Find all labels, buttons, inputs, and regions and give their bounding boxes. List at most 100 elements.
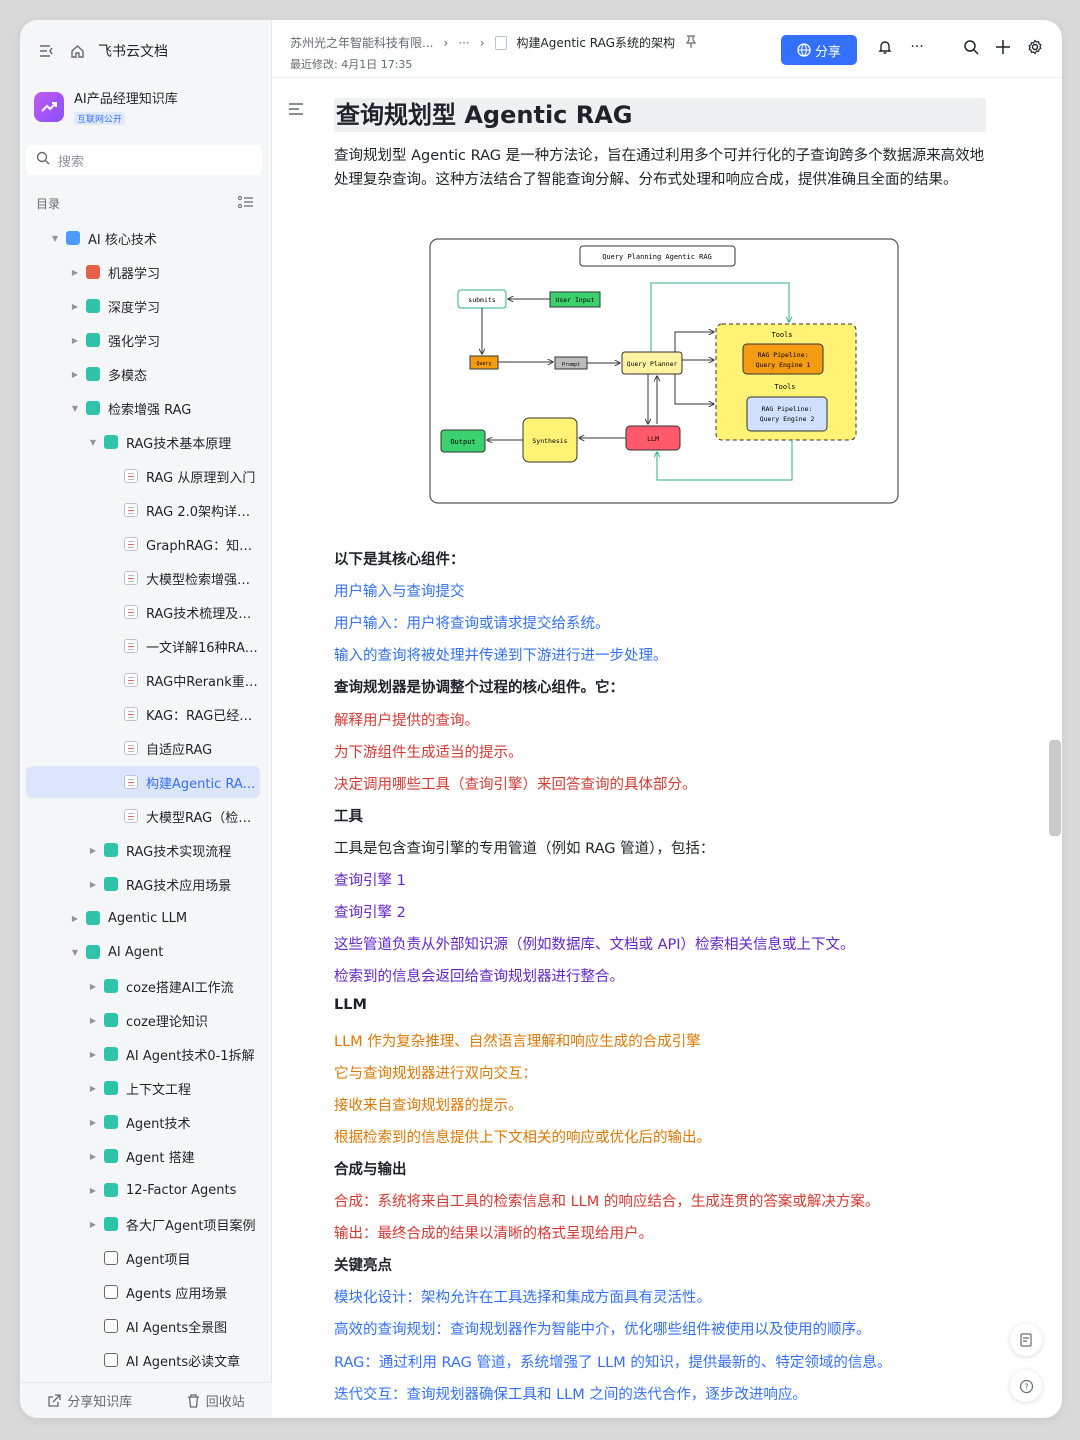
bell-icon[interactable] [876, 38, 894, 56]
teal-icon [104, 1217, 118, 1231]
output-node: Output [440, 429, 486, 453]
sidebar-tree-item[interactable]: AI Agents全景图 [26, 1310, 260, 1342]
sidebar-tree-item[interactable]: 一文详解16种RAG架... [26, 630, 260, 662]
sidebar-tree-item[interactable]: 构建Agentic RAG系... [26, 766, 260, 798]
sidebar-tree-item[interactable]: ▶ 12-Factor Agents [26, 1174, 260, 1206]
sidebar-tree-item[interactable]: ▶ AI Agent技术0-1拆解 [26, 1038, 260, 1070]
caret-right-icon[interactable]: ▶ [68, 336, 82, 345]
sidebar-tree-item[interactable]: Agent项目 [26, 1242, 260, 1274]
caret-right-icon[interactable]: ▶ [86, 1084, 100, 1093]
sidebar-tree-label: 上下文工程 [126, 1082, 192, 1098]
caret-right-icon[interactable]: ▶ [86, 982, 100, 991]
caret-right-icon[interactable]: ▶ [68, 268, 82, 277]
caret-down-icon[interactable]: ▼ [68, 404, 82, 413]
teal-icon [86, 333, 100, 347]
sidebar-tree-item[interactable]: ▼ AI Agent [26, 936, 260, 968]
sidebar-tree-item[interactable]: ▶ 机器学习 [26, 256, 260, 288]
sidebar-tree-label: RAG技术梳理及实践... [146, 606, 260, 622]
sidebar-tree-item[interactable]: ▼ RAG技术基本原理 [26, 426, 260, 458]
caret-right-icon[interactable]: ▶ [86, 1016, 100, 1025]
doc-icon [124, 741, 138, 755]
knowledge-base-header[interactable]: AI产品经理知识库 互联网公开 [34, 88, 178, 126]
sidebar-tree-item[interactable]: ▶ 上下文工程 [26, 1072, 260, 1104]
llm-node: LLM [625, 425, 681, 451]
sidebar-tree-item[interactable]: GraphRAG：知识图... [26, 528, 260, 560]
sidebar-tree-item[interactable]: ▶ 多模态 [26, 358, 260, 390]
share-button[interactable]: 分享 [781, 35, 857, 65]
sidebar-tree-item[interactable]: ▶ coze搭建AI工作流 [26, 970, 260, 1002]
sidebar-tree-item[interactable]: 自适应RAG [26, 732, 260, 764]
sidebar-tree-item[interactable]: 大模型RAG（检索增... [26, 800, 260, 832]
caret-right-icon[interactable]: ▶ [86, 1152, 100, 1161]
sidebar-tree-item[interactable]: ▶ Agentic LLM [26, 902, 260, 934]
doc-icon [124, 503, 138, 517]
share-kb-button[interactable]: 分享知识库 [47, 1391, 132, 1410]
sidebar-tree-item[interactable]: ▶ coze理论知识 [26, 1004, 260, 1036]
sidebar-tree-label: RAG技术实现流程 [126, 844, 232, 860]
doc-info-button[interactable] [1010, 1324, 1042, 1356]
toc-options-icon[interactable] [238, 195, 254, 212]
breadcrumb-doc[interactable]: 构建Agentic RAG系统的架构 [517, 34, 675, 51]
caret-right-icon[interactable]: ▶ [86, 1050, 100, 1059]
caret-right-icon[interactable]: ▶ [68, 914, 82, 923]
search-icon[interactable] [962, 38, 980, 56]
sidebar-tree-item[interactable]: ▶ 各大厂Agent项目案例 [26, 1208, 260, 1240]
sidebar-tree-label: AI 核心技术 [88, 232, 157, 248]
sidebar-tree-item[interactable]: RAG 从原理到入门 [26, 460, 260, 492]
caret-right-icon[interactable]: ▶ [86, 1220, 100, 1229]
sidebar-tree-item[interactable]: Agents 应用场景 [26, 1276, 260, 1308]
collapse-sidebar-icon[interactable] [38, 42, 56, 60]
caret-right-icon[interactable]: ▶ [68, 370, 82, 379]
breadcrumb-more[interactable]: ··· [458, 36, 469, 50]
more-icon[interactable]: ··· [908, 38, 926, 56]
plus-icon[interactable] [994, 38, 1012, 56]
sidebar-tree-item[interactable]: RAG中Rerank重排序 [26, 664, 260, 696]
paragraph-line: 输出：最终合成的结果以清晰的格式呈现给用户。 [334, 1226, 653, 1243]
caret-down-icon[interactable]: ▼ [86, 438, 100, 447]
sidebar-tree-item[interactable]: ▼ 检索增强 RAG [26, 392, 260, 424]
caret-down-icon[interactable]: ▼ [48, 234, 62, 243]
settings-icon[interactable] [1026, 38, 1044, 56]
sidebar-tree-label: AI Agents必读文章 [126, 1354, 241, 1370]
sidebar-tree-item[interactable]: ▶ 强化学习 [26, 324, 260, 356]
breadcrumb-org[interactable]: 苏州光之年智能科技有限... [290, 34, 433, 51]
sidebar-tree-label: 自适应RAG [146, 742, 213, 758]
trash-button[interactable]: 回收站 [187, 1391, 245, 1410]
sidebar-tree-item[interactable]: ▶ Agent技术 [26, 1106, 260, 1138]
sidebar-tree-item[interactable]: RAG技术梳理及实践... [26, 596, 260, 628]
sidebar-tree-item[interactable]: 大模型检索增强生成... [26, 562, 260, 594]
search-input[interactable]: 搜索 [26, 145, 262, 175]
caret-right-icon[interactable]: ▶ [86, 1118, 100, 1127]
sidebar-tree-item[interactable]: ▶ RAG技术应用场景 [26, 868, 260, 900]
home-icon[interactable] [68, 42, 86, 60]
paragraph-line: 查询引擎 2 [334, 905, 406, 922]
sidebar-tree-item[interactable]: AI Agents必读文章 [26, 1344, 260, 1376]
sidebar-tree-item[interactable]: RAG 2.0架构详解：... [26, 494, 260, 526]
caret-right-icon[interactable]: ▶ [86, 846, 100, 855]
caret-down-icon[interactable]: ▼ [68, 948, 82, 957]
svg-text:Query Planning Agentic RAG: Query Planning Agentic RAG [602, 253, 712, 261]
divider [940, 38, 948, 56]
scrollbar[interactable] [1048, 140, 1061, 1418]
sidebar-tree-label: 大模型检索增强生成... [146, 572, 260, 588]
sidebar-tree-item[interactable]: ▶ Agent 搭建 [26, 1140, 260, 1172]
doc-title: 查询规划型 Agentic RAG [334, 98, 986, 132]
teal-icon [104, 1183, 118, 1197]
sidebar-tree-item[interactable]: ▼ AI 核心技术 [26, 222, 260, 254]
caret-right-icon[interactable]: ▶ [86, 1186, 100, 1195]
paragraph-line: 用户输入与查询提交 [334, 584, 465, 601]
pin-icon[interactable] [685, 34, 697, 51]
svg-text:LLM: LLM [647, 435, 659, 443]
caret-right-icon[interactable]: ▶ [86, 880, 100, 889]
section-heading: 总结 [334, 1415, 363, 1418]
sidebar-tree-item[interactable]: KAG：RAG已经不够... [26, 698, 260, 730]
sidebar-tree-item[interactable]: ▶ 深度学习 [26, 290, 260, 322]
last-modified: 最近修改: 4月1日 17:35 [290, 58, 413, 71]
sidebar-tree-item[interactable]: ▶ RAG技术实现流程 [26, 834, 260, 866]
outline-icon[interactable] [288, 102, 304, 116]
sidebar-tree-label: 强化学习 [108, 334, 161, 350]
app-name[interactable]: 飞书云文档 [98, 41, 168, 61]
caret-right-icon[interactable]: ▶ [68, 302, 82, 311]
scrollbar-thumb[interactable] [1049, 740, 1061, 836]
help-button[interactable]: ? [1010, 1370, 1042, 1402]
